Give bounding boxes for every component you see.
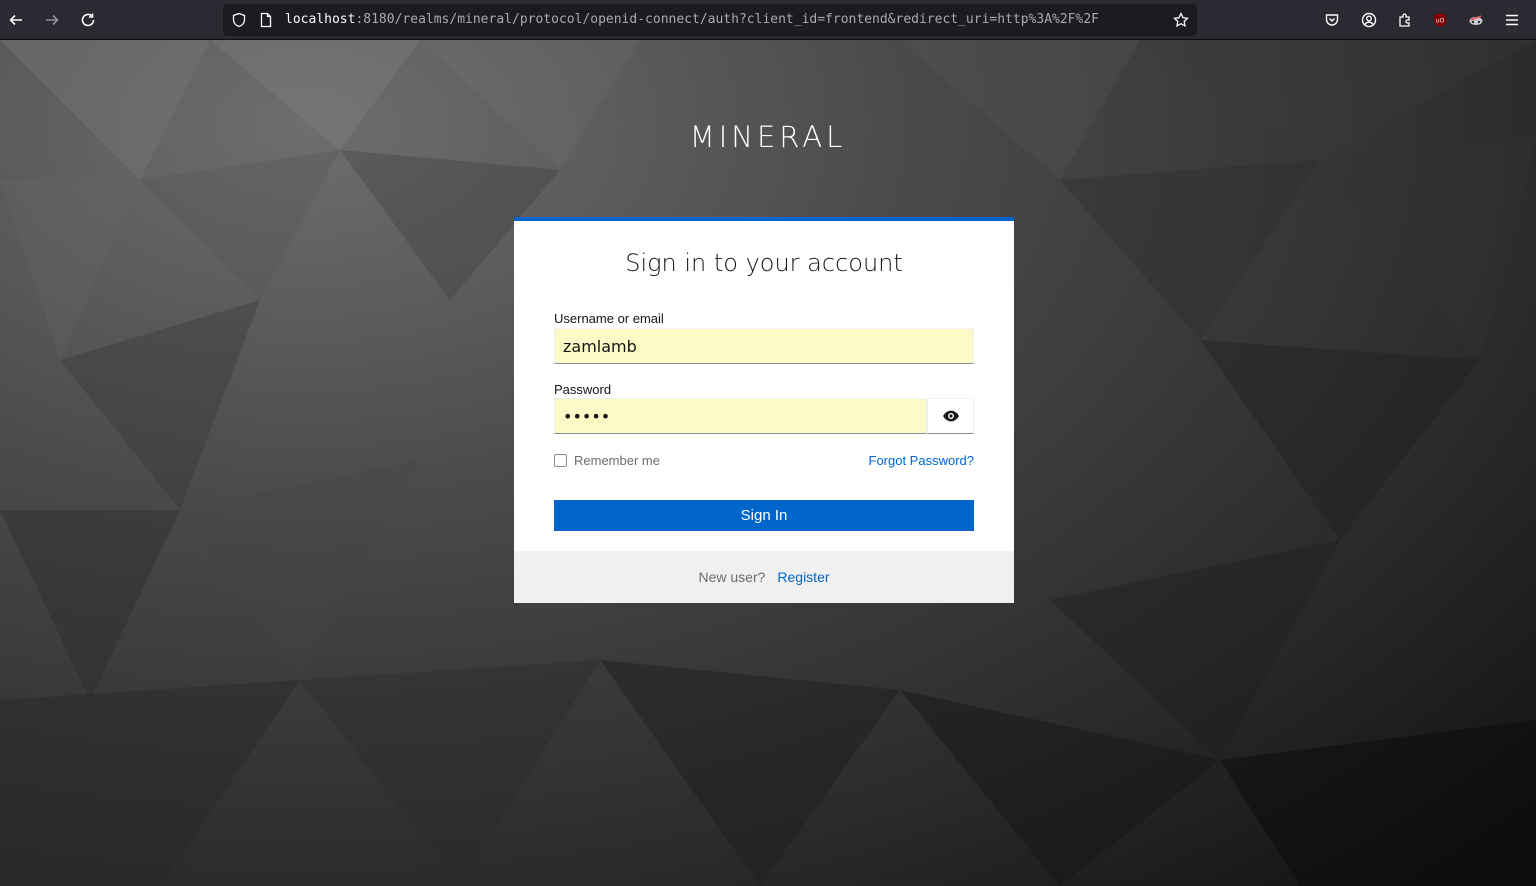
register-footer: New user? Register [514, 551, 1014, 603]
back-button[interactable] [2, 6, 30, 34]
account-icon [1361, 12, 1377, 28]
forgot-password-link[interactable]: Forgot Password? [869, 453, 975, 468]
shield-icon[interactable] [231, 12, 247, 28]
login-card: Sign in to your account Username or emai… [514, 217, 1014, 603]
username-label: Username or email [554, 311, 664, 326]
forward-button[interactable] [38, 6, 66, 34]
pocket-button[interactable] [1318, 6, 1346, 34]
username-input[interactable] [554, 328, 974, 364]
remember-me[interactable]: Remember me [554, 453, 660, 468]
account-button[interactable] [1355, 6, 1383, 34]
url-path: :8180/realms/mineral/protocol/openid-con… [355, 12, 1099, 27]
register-link[interactable]: Register [777, 569, 829, 585]
arrow-left-icon [9, 14, 22, 26]
pocket-icon [1325, 14, 1339, 26]
login-page: MINERAL Sign in to your account Username… [0, 40, 1536, 886]
eye-icon [942, 410, 959, 422]
reload-icon [81, 13, 95, 27]
page-icon[interactable] [258, 12, 274, 28]
star-icon[interactable] [1173, 12, 1189, 28]
reload-button[interactable] [74, 6, 102, 34]
arrow-right-icon [46, 14, 59, 26]
new-user-text: New user? [698, 569, 766, 585]
extensions-icon [1399, 13, 1410, 27]
password-label: Password [554, 382, 612, 397]
show-password-button[interactable] [927, 398, 974, 434]
url-fade [1123, 8, 1167, 32]
remember-me-label[interactable]: Remember me [574, 453, 660, 468]
url-text[interactable]: localhost:8180/realms/mineral/protocol/o… [285, 11, 1165, 29]
menu-button[interactable] [1498, 6, 1526, 34]
hamburger-menu-icon [1506, 14, 1518, 26]
remember-me-checkbox[interactable] [554, 454, 567, 467]
svg-text:uO: uO [1436, 18, 1445, 25]
ublock-button[interactable]: uO [1426, 6, 1454, 34]
password-input[interactable] [554, 398, 927, 434]
ublock-icon: uO [1434, 13, 1446, 27]
extension-button[interactable] [1462, 6, 1490, 34]
url-bar[interactable]: localhost:8180/realms/mineral/protocol/o… [223, 4, 1197, 36]
browser-toolbar: localhost:8180/realms/mineral/protocol/o… [0, 0, 1536, 40]
url-host: localhost [285, 12, 356, 27]
login-title: Sign in to your account [625, 249, 903, 277]
extension-icon [1469, 15, 1483, 25]
extensions-button[interactable] [1391, 6, 1419, 34]
sign-in-button[interactable]: Sign In [554, 500, 974, 531]
realm-brand: MINERAL [689, 120, 847, 154]
